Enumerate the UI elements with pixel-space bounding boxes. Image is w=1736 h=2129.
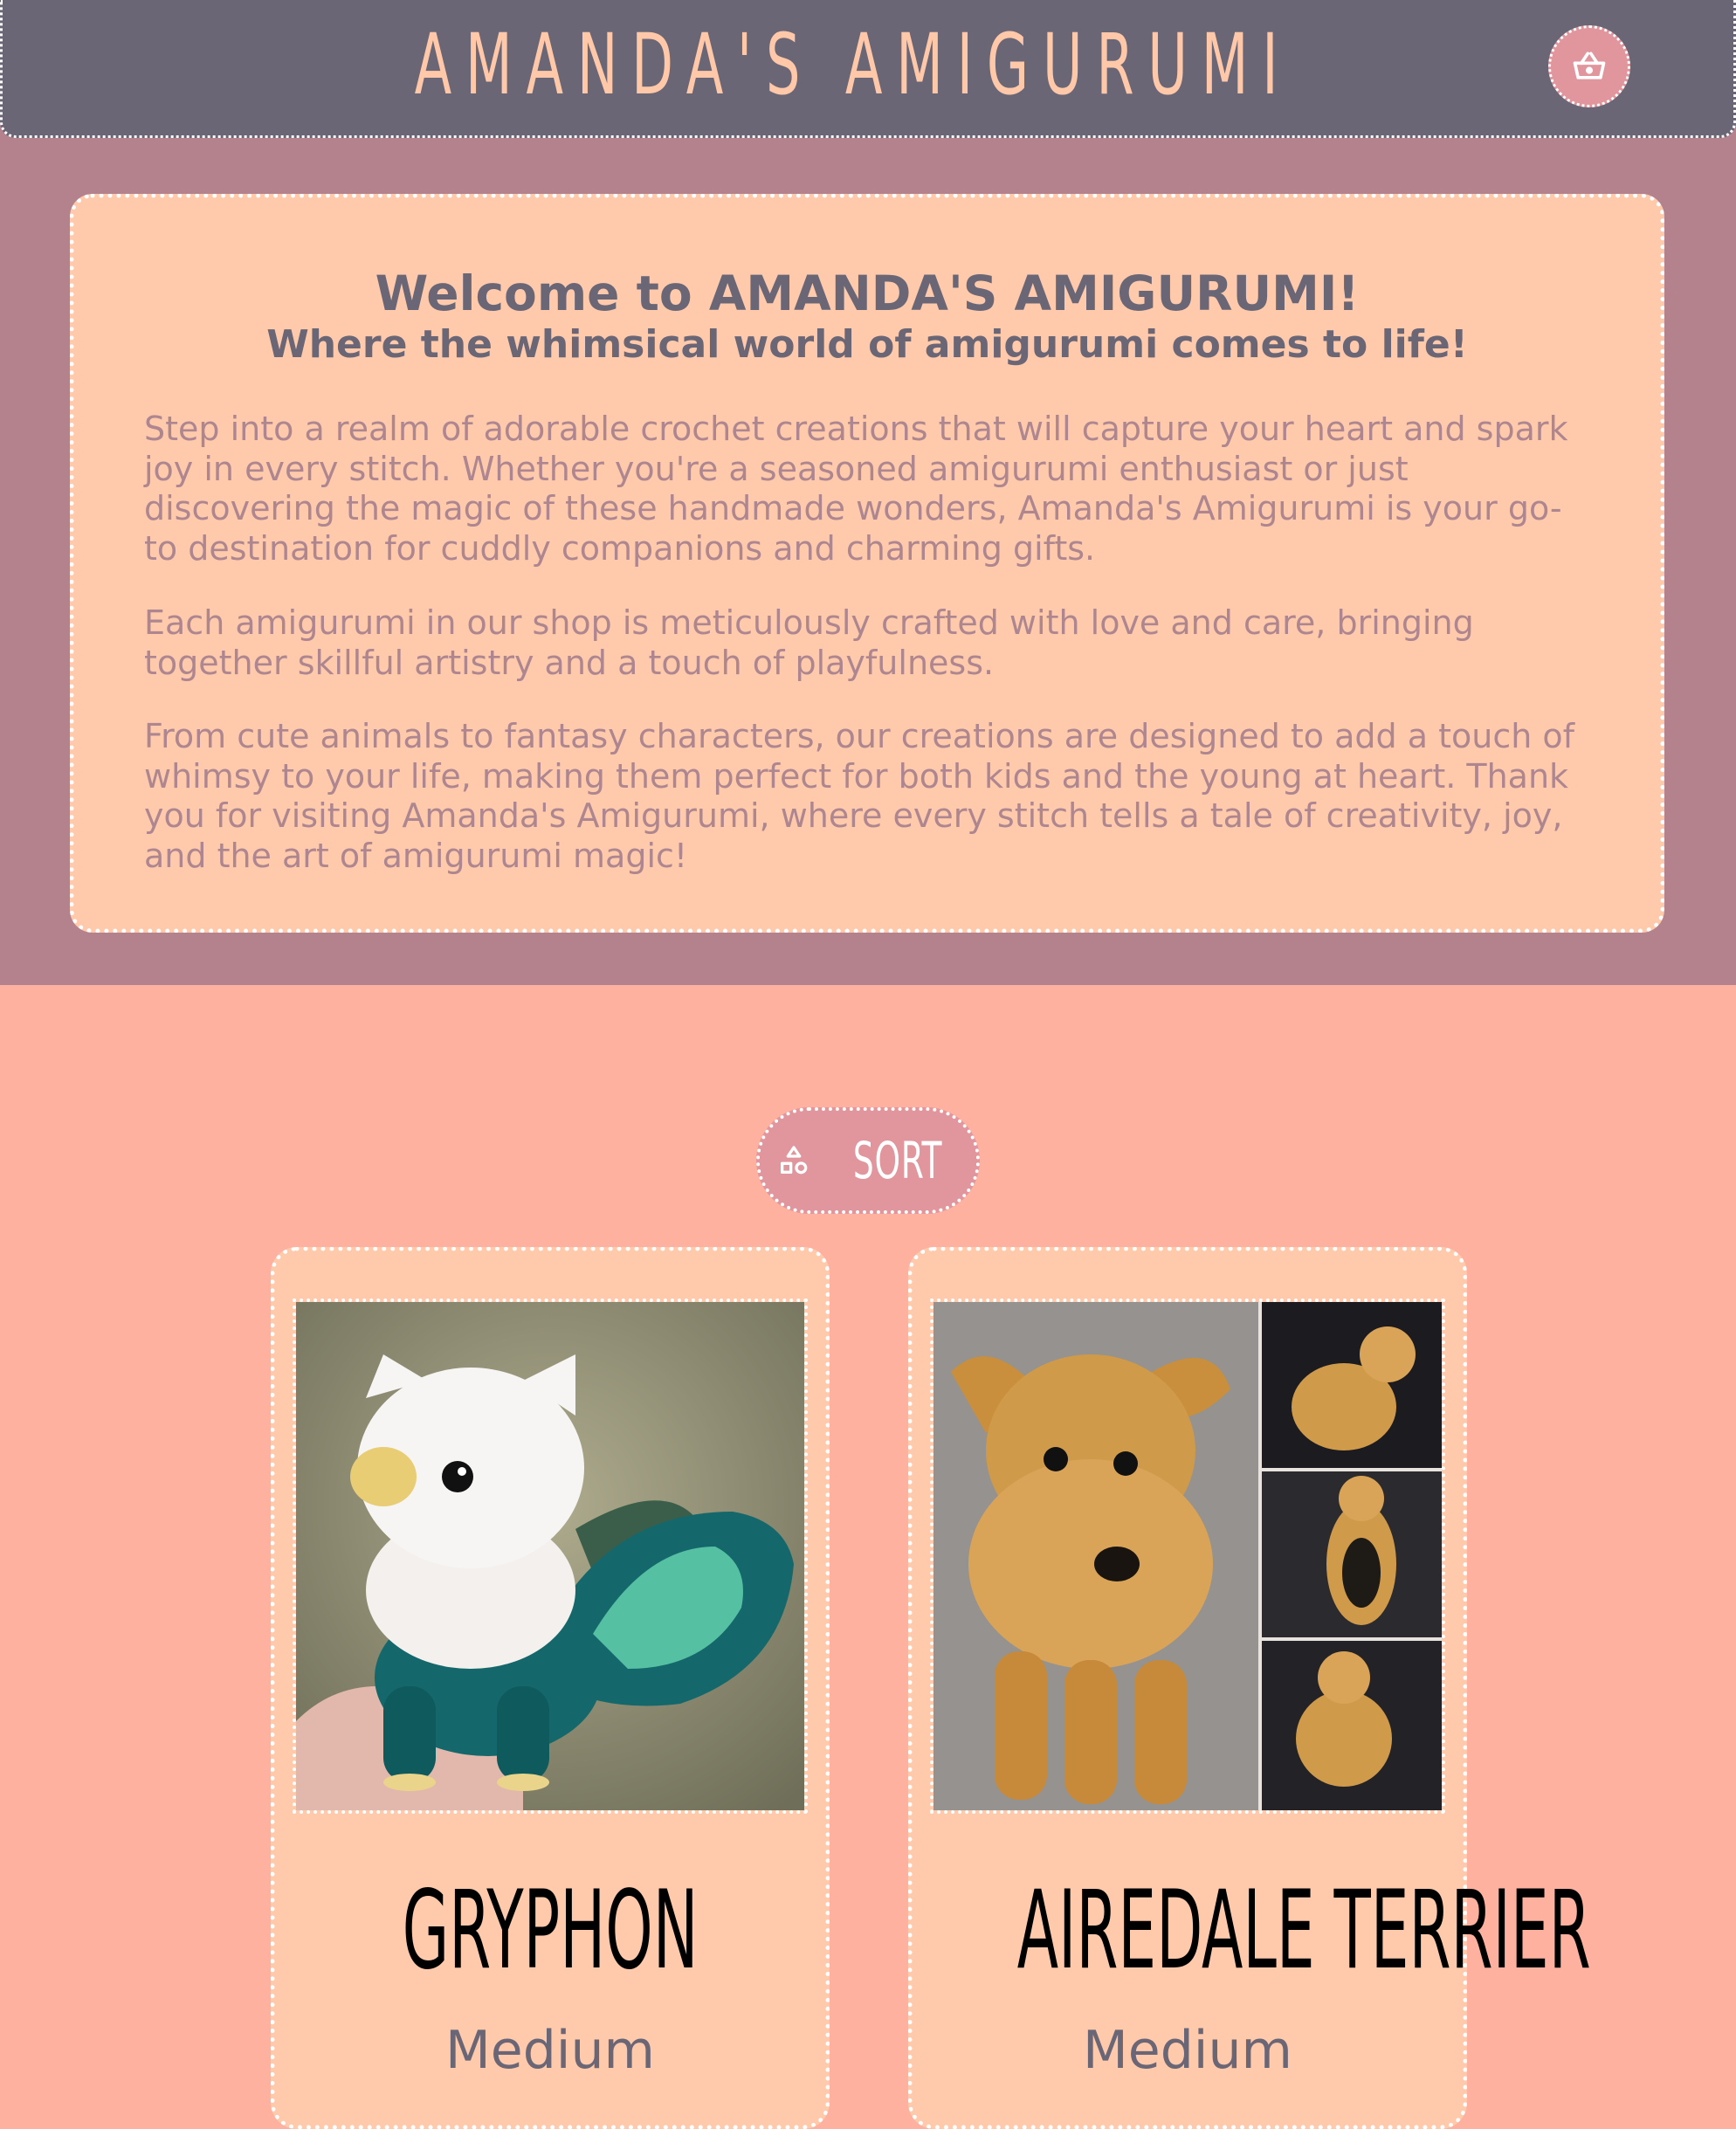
cart-button[interactable] (1548, 25, 1630, 107)
welcome-subheading: Where the whimsical world of amigurumi c… (266, 322, 1468, 367)
sort-label: SORT (852, 1131, 943, 1190)
shapes-icon (780, 1146, 808, 1175)
product-name[interactable]: AIREDALE TERRIER (1017, 1870, 1591, 1992)
product-photo[interactable] (930, 1299, 1445, 1814)
product-photo[interactable] (293, 1299, 808, 1814)
product-name[interactable]: GRYPHON (380, 1870, 721, 1992)
welcome-heading: Welcome to AMANDA'S AMIGURUMI! (375, 265, 1360, 321)
product-card-gryphon[interactable]: GRYPHON Medium (271, 1247, 830, 2129)
product-size: Medium (1083, 2020, 1292, 2081)
product-card-airedale-terrier[interactable]: AIREDALE TERRIER Medium (908, 1247, 1591, 2129)
site-header: AMANDA'S AMIGURUMI (0, 0, 1736, 138)
airedale-terrier-amigurumi-photo (933, 1302, 1442, 1810)
gryphon-amigurumi-photo (296, 1302, 804, 1810)
intro-paragraph: Each amigurumi in our shop is meticulous… (144, 603, 1474, 682)
intro-paragraph: Step into a realm of adorable crochet cr… (144, 410, 1568, 568)
site-title[interactable]: AMANDA'S AMIGURUMI (228, 12, 1478, 117)
sort-button[interactable]: SORT (756, 1107, 980, 1214)
welcome-card: Welcome to AMANDA'S AMIGURUMI! Where the… (70, 194, 1664, 933)
product-size: Medium (445, 2020, 655, 2081)
intro-paragraph: From cute animals to fantasy characters,… (144, 717, 1575, 875)
basket-icon (1573, 52, 1606, 79)
